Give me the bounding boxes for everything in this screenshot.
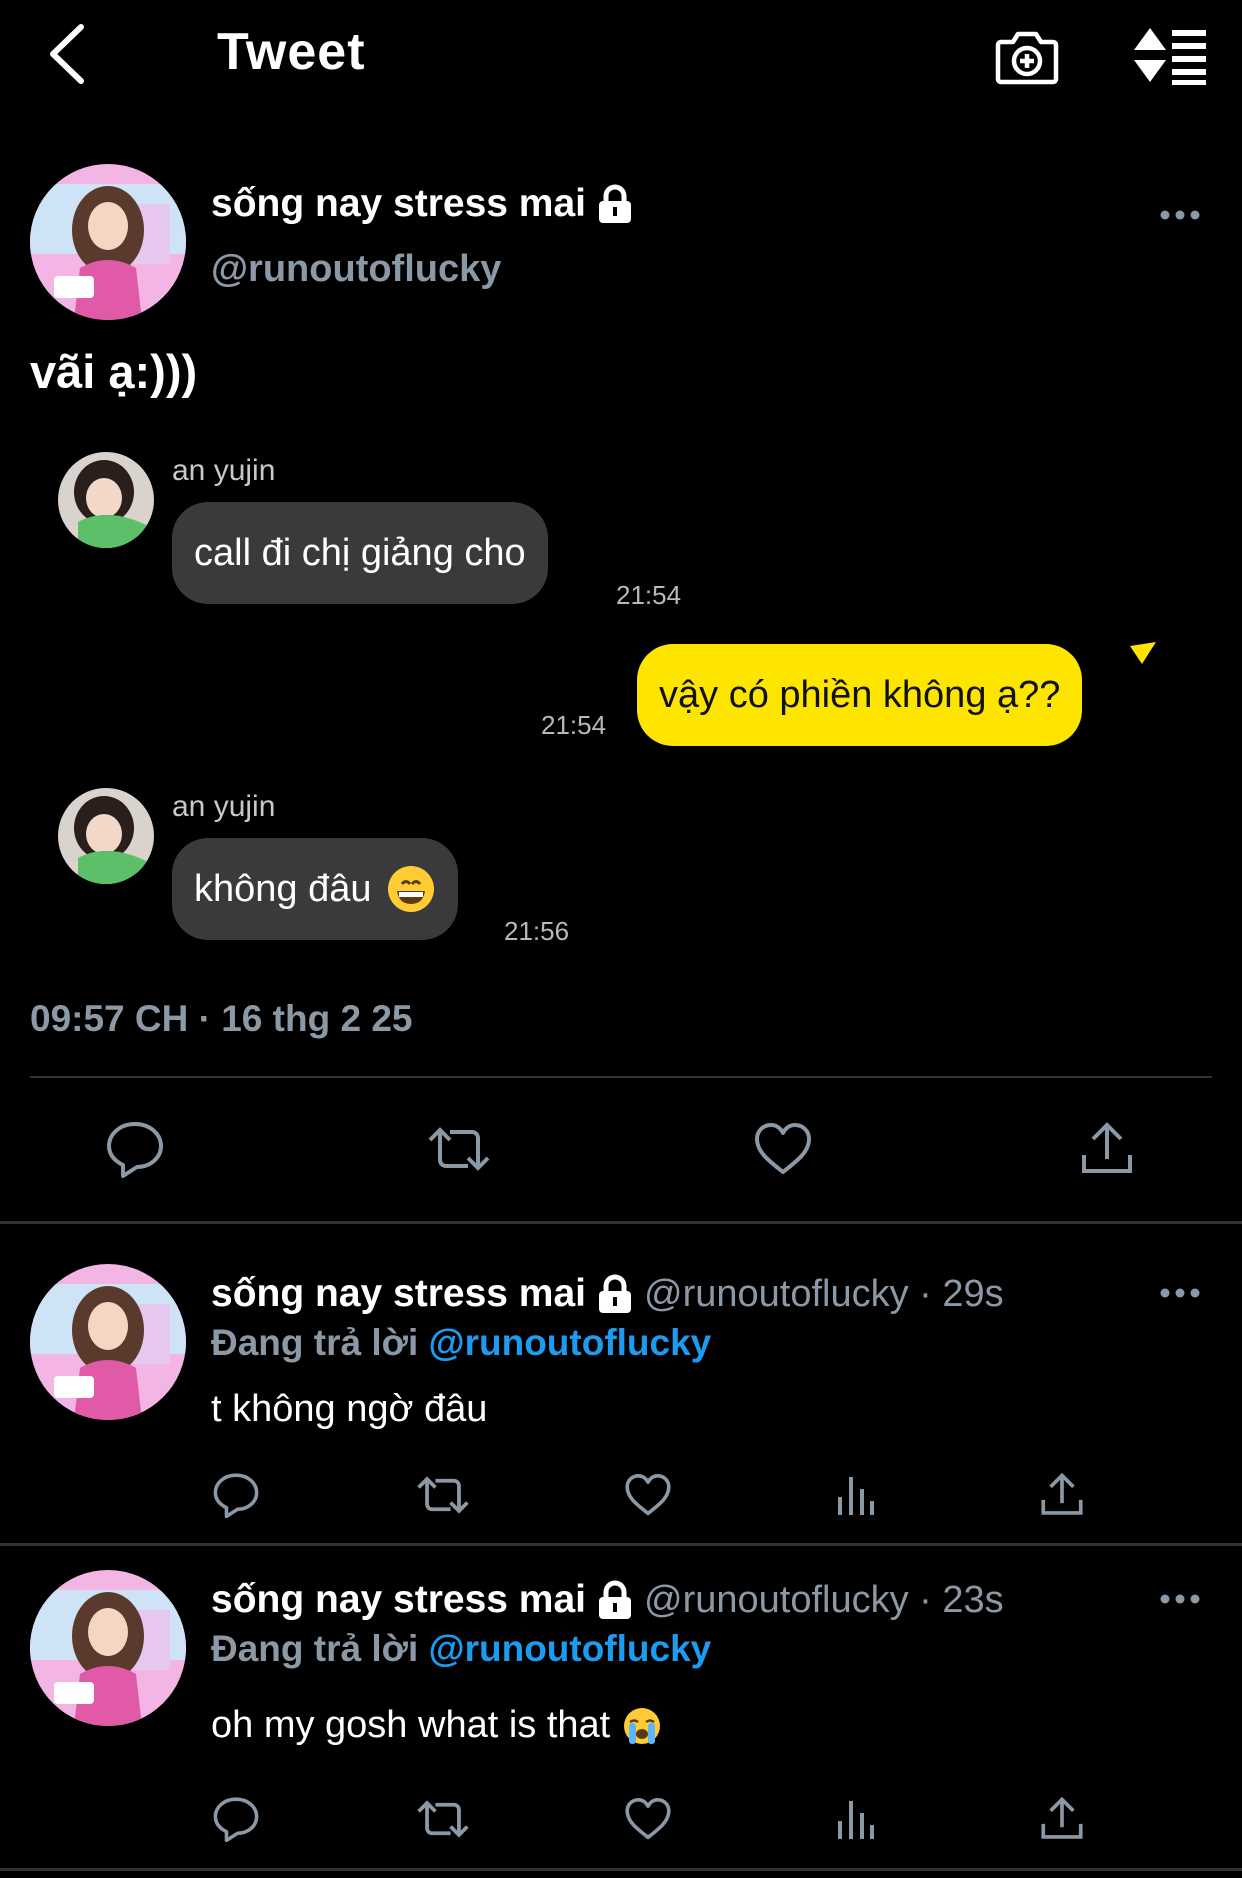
replying-mention[interactable]: @runoutoflucky <box>429 1322 712 1363</box>
chat-bubble: không đâu <box>172 838 458 940</box>
chevron-left-icon <box>50 24 84 84</box>
heart-icon <box>625 1474 671 1516</box>
like-button[interactable] <box>623 1792 673 1846</box>
tweet-timestamp: 09:57 CH · 16 thg 2 25 <box>30 998 413 1039</box>
reply-header: sống nay stress mai @runoutoflucky · 29s <box>211 1272 1004 1316</box>
reply-button[interactable] <box>211 1792 261 1846</box>
grinning-face-emoji <box>387 866 434 912</box>
bubble-tail <box>1130 642 1156 664</box>
tweet-text: vãi ạ:))) <box>30 345 198 398</box>
chat-time: 21:54 <box>616 580 682 610</box>
replying-label: Đang trả lời <box>211 1628 419 1669</box>
lock-icon <box>599 1274 631 1313</box>
more-dots-icon <box>1160 1288 1200 1298</box>
reply-icon <box>213 1473 259 1518</box>
chat-time: 21:56 <box>504 916 570 946</box>
sort-button[interactable] <box>1130 22 1210 88</box>
like-button[interactable] <box>748 1116 818 1182</box>
replying-to-line: Đang trả lời @runoutoflucky <box>211 1322 711 1364</box>
share-button[interactable] <box>1037 1792 1087 1846</box>
chat-message: không đâu <box>194 867 372 910</box>
chat-time: 21:54 <box>541 710 607 740</box>
more-dots-icon <box>1160 1594 1200 1604</box>
loudly-crying-face-emoji <box>624 1707 661 1744</box>
chat-bubble: call đi chị giảng cho <box>172 502 548 604</box>
analytics-button[interactable] <box>831 1468 881 1522</box>
divider <box>0 1221 1242 1224</box>
reply-avatar[interactable] <box>30 1570 186 1726</box>
reply-icon <box>213 1797 259 1842</box>
chat-screenshot[interactable]: an yujin call đi chị giảng cho 21:54 21:… <box>30 440 1210 960</box>
more-dots-icon <box>1160 210 1200 220</box>
reply-text-row: oh my gosh what is that <box>211 1704 662 1747</box>
heart-icon <box>625 1798 671 1840</box>
share-button[interactable] <box>1072 1116 1142 1182</box>
chat-bubble-own: vậy có phiền không ạ?? <box>637 644 1083 746</box>
reply-author-name: sống nay stress mai <box>211 1272 586 1315</box>
retweet-icon <box>428 1127 490 1171</box>
author-handle[interactable]: @runoutoflucky <box>211 248 501 291</box>
share-icon <box>1041 1472 1083 1515</box>
author-name: sống nay stress mai <box>211 182 586 225</box>
retweet-button[interactable] <box>413 1792 473 1846</box>
more-options-button[interactable] <box>1152 1582 1208 1616</box>
heart-icon <box>755 1123 811 1174</box>
more-options-button[interactable] <box>1152 1276 1208 1310</box>
chat-sender-name: an yujin <box>172 454 276 487</box>
reply-meta: @runoutoflucky · 23s <box>644 1578 1004 1621</box>
chat-sender-name: an yujin <box>172 790 276 823</box>
chat-message: vậy có phiền không ạ?? <box>659 673 1061 716</box>
more-options-button[interactable] <box>1152 198 1208 232</box>
analytics-button[interactable] <box>831 1792 881 1846</box>
reply-meta: @runoutoflucky · 29s <box>644 1272 1004 1315</box>
back-button[interactable] <box>36 18 96 90</box>
analytics-icon <box>838 1477 874 1515</box>
replying-to-line: Đang trả lời @runoutoflucky <box>211 1628 711 1670</box>
retweet-icon <box>417 1476 469 1514</box>
chat-message: call đi chị giảng cho <box>194 531 526 574</box>
chat-avatar <box>58 788 154 884</box>
reply-author-name: sống nay stress mai <box>211 1578 586 1621</box>
divider <box>0 1543 1242 1546</box>
reply-icon <box>107 1122 163 1178</box>
reply-text: t không ngờ đâu <box>211 1388 488 1430</box>
share-icon <box>1041 1796 1083 1839</box>
replying-mention[interactable]: @runoutoflucky <box>429 1628 712 1669</box>
camera-button[interactable] <box>992 24 1062 88</box>
retweet-button[interactable] <box>424 1116 494 1182</box>
analytics-icon <box>838 1801 874 1839</box>
reply-actions <box>211 1468 1121 1524</box>
reply-avatar[interactable] <box>30 1264 186 1420</box>
reply-button[interactable] <box>100 1116 170 1182</box>
reply-text: oh my gosh what is that <box>211 1704 611 1746</box>
retweet-icon <box>417 1800 469 1838</box>
like-button[interactable] <box>623 1468 673 1522</box>
page-title: Tweet <box>217 23 366 81</box>
retweet-button[interactable] <box>413 1468 473 1522</box>
lock-icon <box>599 1580 631 1619</box>
divider <box>0 1868 1242 1871</box>
author-name-row: sống nay stress mai <box>211 182 634 226</box>
lock-icon <box>599 184 631 223</box>
reply-button[interactable] <box>211 1468 261 1522</box>
reply-header: sống nay stress mai @runoutoflucky · 23s <box>211 1578 1004 1622</box>
camera-plus-icon <box>995 31 1059 85</box>
chat-avatar <box>58 452 154 548</box>
divider <box>30 1076 1212 1078</box>
share-icon <box>1082 1122 1132 1173</box>
sort-list-icon <box>1134 28 1206 85</box>
share-button[interactable] <box>1037 1468 1087 1522</box>
reply-actions <box>211 1792 1121 1848</box>
author-avatar[interactable] <box>30 164 186 320</box>
replying-label: Đang trả lời <box>211 1322 419 1363</box>
